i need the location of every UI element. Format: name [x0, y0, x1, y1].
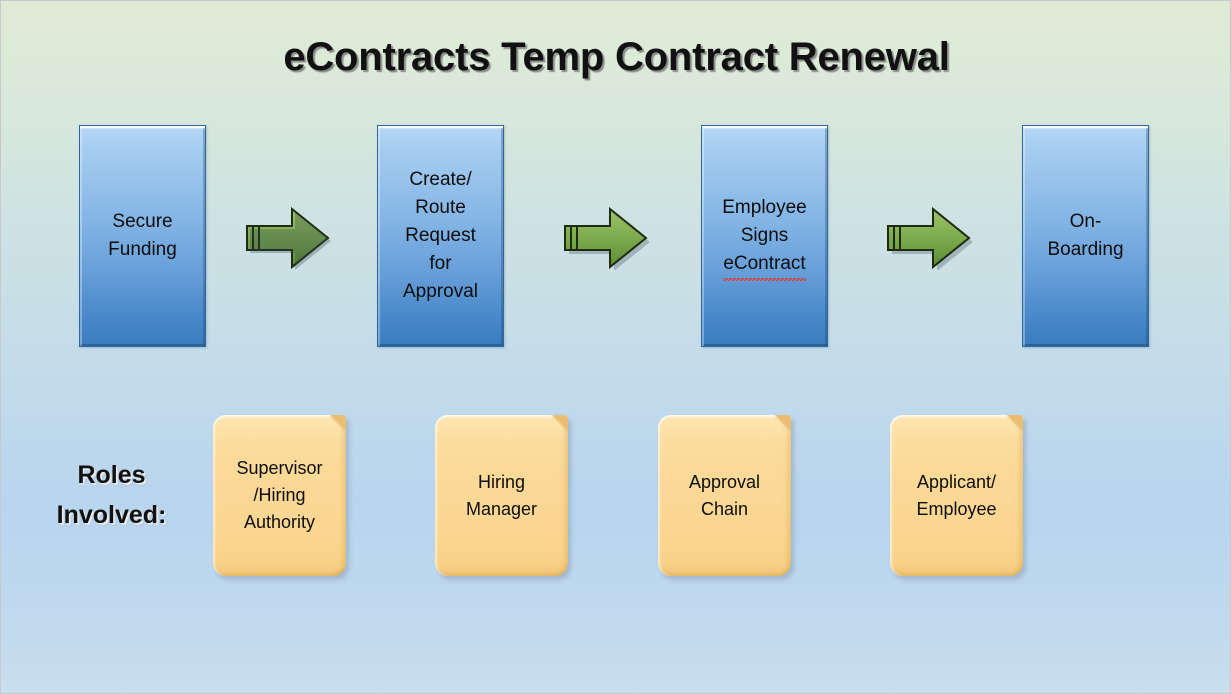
role-box-4[interactable]: Applicant/ Employee — [890, 415, 1023, 576]
roles-involved-heading: Roles Involved: — [56, 461, 167, 529]
right-arrow-icon — [245, 206, 331, 270]
process-step-box-2[interactable]: Create/ Route Request for Approval — [377, 125, 504, 347]
misspelled-word: eContract — [723, 250, 807, 281]
process-step-label-4: On- Boarding — [1047, 211, 1124, 260]
right-arrow-icon — [886, 206, 973, 271]
process-step-label-1: Secure Funding — [108, 211, 177, 260]
process-step-box-4[interactable]: On- Boarding — [1022, 125, 1149, 347]
role-box-3[interactable]: Approval Chain — [658, 415, 791, 576]
right-arrow-icon — [563, 206, 650, 271]
role-box-1[interactable]: Supervisor /Hiring Authority — [213, 415, 346, 576]
process-step-box-1[interactable]: Secure Funding — [79, 125, 206, 347]
role-label-1: Supervisor /Hiring Authority — [236, 458, 323, 532]
process-step-label-2: Create/ Route Request for Approval — [403, 169, 478, 302]
process-step-label-3-line2: Signs — [740, 225, 789, 247]
role-box-2[interactable]: Hiring Manager — [435, 415, 568, 576]
process-step-label-3: Employee Signs eContract — [718, 194, 811, 281]
role-label-4: Applicant/ Employee — [916, 471, 997, 519]
page-title: eContracts Temp Contract Renewal — [283, 35, 950, 79]
role-label-2: Hiring Manager — [465, 471, 538, 519]
slide-canvas: eContracts Temp Contract Renewal Secure … — [0, 0, 1231, 694]
process-step-label-3-line1: Employee — [722, 197, 807, 219]
process-step-box-3[interactable]: Employee Signs eContract — [701, 125, 828, 347]
role-label-3: Approval Chain — [688, 471, 761, 519]
